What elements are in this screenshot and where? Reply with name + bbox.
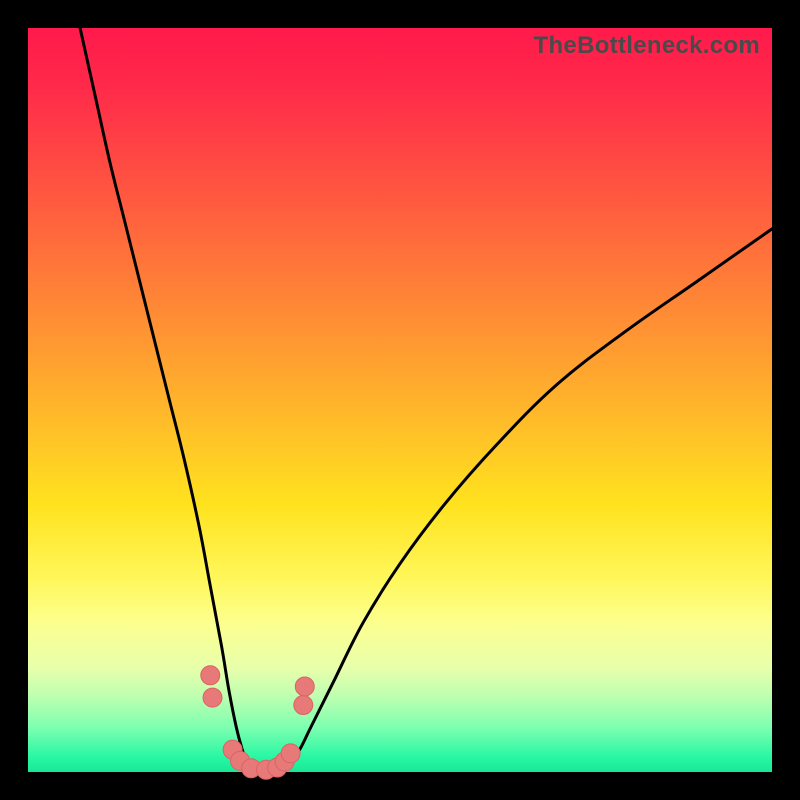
data-dot — [201, 666, 220, 685]
data-dot — [203, 688, 222, 707]
curve-right — [281, 229, 772, 772]
data-dots — [201, 666, 314, 779]
plot-area: TheBottleneck.com — [28, 28, 772, 772]
data-dot — [295, 677, 314, 696]
curve-left — [80, 28, 251, 772]
data-dot — [294, 696, 313, 715]
chart-svg — [28, 28, 772, 772]
outer-frame: TheBottleneck.com — [0, 0, 800, 800]
data-dot — [281, 744, 300, 763]
